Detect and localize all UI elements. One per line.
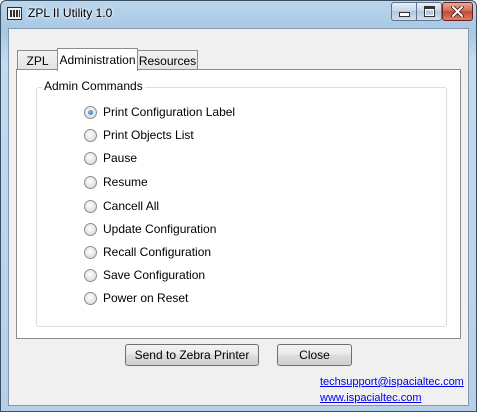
radio-button[interactable] xyxy=(84,128,97,142)
radio-label: Pause xyxy=(103,151,138,165)
radio-button[interactable] xyxy=(84,199,97,213)
radio-update-configuration[interactable]: Update Configuration xyxy=(84,221,216,237)
radio-label: Resume xyxy=(103,175,148,189)
tab-administration[interactable]: Administration xyxy=(57,48,138,71)
tab-label: ZPL xyxy=(26,54,49,68)
printer-app-icon[interactable] xyxy=(7,7,22,20)
radio-button[interactable] xyxy=(84,175,97,189)
radio-label: Power on Reset xyxy=(103,291,189,305)
radio-button[interactable] xyxy=(84,151,97,165)
tab-label: Administration xyxy=(59,53,136,67)
radio-label: Recall Configuration xyxy=(103,245,212,259)
radio-print-objects-list[interactable]: Print Objects List xyxy=(84,127,194,143)
radio-recall-configuration[interactable]: Recall Configuration xyxy=(84,244,211,260)
radio-label: Print Configuration Label xyxy=(103,105,236,119)
radio-cancel-all[interactable]: Cancell All xyxy=(84,198,159,214)
tab-resources[interactable]: Resources xyxy=(137,50,198,70)
maximize-button[interactable] xyxy=(416,2,442,21)
minimize-button[interactable] xyxy=(391,2,417,21)
close-button[interactable]: Close xyxy=(277,344,352,366)
radio-resume[interactable]: Resume xyxy=(84,174,148,190)
group-legend: Admin Commands xyxy=(42,79,145,93)
radio-print-configuration-label[interactable]: Print Configuration Label xyxy=(84,104,235,120)
radio-button[interactable] xyxy=(84,245,97,259)
tab-label: Resources xyxy=(138,54,197,68)
radio-button[interactable] xyxy=(84,268,97,282)
close-icon xyxy=(451,6,464,17)
radio-label: Cancell All xyxy=(103,199,160,213)
tab-zpl[interactable]: ZPL xyxy=(17,50,58,70)
title-bar[interactable]: ZPL II Utility 1.0 xyxy=(1,1,476,28)
close-window-button[interactable] xyxy=(442,2,473,21)
support-email-link[interactable]: techsupport@ispacialtec.com xyxy=(320,376,464,388)
minimize-icon xyxy=(398,12,410,17)
radio-button[interactable] xyxy=(84,291,97,305)
send-to-zebra-printer-button[interactable]: Send to Zebra Printer xyxy=(125,344,259,366)
radio-save-configuration[interactable]: Save Configuration xyxy=(84,267,205,283)
radio-button[interactable] xyxy=(84,105,97,119)
website-link[interactable]: www.ispacialtec.com xyxy=(320,392,421,404)
radio-pause[interactable]: Pause xyxy=(84,150,137,166)
radio-label: Update Configuration xyxy=(103,222,217,236)
window-title: ZPL II Utility 1.0 xyxy=(28,6,113,20)
radio-label: Print Objects List xyxy=(103,128,194,142)
radio-label: Save Configuration xyxy=(103,268,206,282)
radio-button[interactable] xyxy=(84,222,97,236)
maximize-icon xyxy=(423,6,435,17)
radio-power-on-reset[interactable]: Power on Reset xyxy=(84,290,188,306)
